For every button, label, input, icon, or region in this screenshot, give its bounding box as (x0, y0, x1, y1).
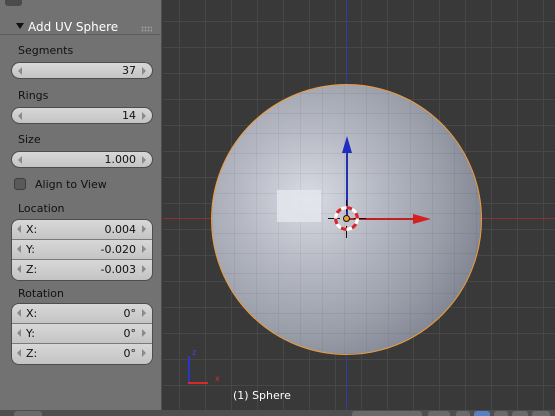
segments-label: Segments (18, 44, 74, 57)
size-label: Size (18, 133, 41, 146)
location-z-field[interactable]: Z: -0.003 (12, 260, 152, 280)
axis-label: Z: (26, 263, 38, 276)
rotation-y-field[interactable]: Y: 0° (12, 324, 152, 344)
rings-label: Rings (18, 89, 49, 102)
header-toggle-button[interactable] (512, 411, 528, 416)
location-group: X: 0.004 Y: -0.020 Z: -0.003 (11, 219, 153, 281)
location-x-value: 0.004 (104, 223, 137, 236)
decrement-arrow-icon[interactable] (17, 225, 21, 233)
location-x-field[interactable]: X: 0.004 (12, 220, 152, 240)
rotation-z-field[interactable]: Z: 0° (12, 344, 152, 364)
rotation-group: X: 0° Y: 0° Z: 0° (11, 303, 153, 365)
header-active-toggle[interactable] (474, 411, 490, 416)
axis-label: Z: (26, 347, 38, 360)
decrement-arrow-icon[interactable] (18, 67, 22, 75)
header-toggle-button[interactable] (494, 411, 508, 416)
origin-pivot-icon[interactable] (343, 215, 350, 222)
increment-arrow-icon[interactable] (142, 156, 146, 164)
header-menu-button[interactable] (352, 411, 422, 416)
increment-arrow-icon[interactable] (142, 112, 146, 120)
increment-arrow-icon[interactable] (142, 349, 146, 357)
object-name-label: (1) Sphere (233, 389, 291, 402)
increment-arrow-icon[interactable] (142, 225, 146, 233)
increment-arrow-icon[interactable] (142, 329, 146, 337)
increment-arrow-icon[interactable] (142, 309, 146, 317)
collapse-triangle-icon[interactable] (16, 23, 24, 29)
decrement-arrow-icon[interactable] (17, 349, 21, 357)
3d-viewport[interactable]: z x (1) Sphere (163, 0, 555, 416)
axis-label: Y: (26, 327, 35, 340)
grip-icon[interactable] (141, 26, 152, 32)
rotation-x-field[interactable]: X: 0° (12, 304, 152, 324)
location-label: Location (18, 202, 65, 215)
increment-arrow-icon[interactable] (142, 67, 146, 75)
rotation-y-value: 0° (123, 327, 137, 340)
align-to-view-checkbox[interactable] (14, 178, 26, 190)
size-value: 1.000 (104, 153, 137, 166)
panel-header[interactable]: Add UV Sphere (0, 8, 162, 35)
location-y-value: -0.020 (100, 243, 136, 256)
viewport-header-strip (0, 410, 555, 416)
header-toggle-button[interactable] (428, 411, 450, 416)
specular-highlight (277, 190, 321, 222)
panel-title: Add UV Sphere (28, 20, 119, 34)
axis-label: Y: (26, 243, 35, 256)
decrement-arrow-icon[interactable] (17, 309, 21, 317)
segments-value: 37 (122, 64, 136, 77)
location-y-field[interactable]: Y: -0.020 (12, 240, 152, 260)
location-z-value: -0.003 (100, 263, 136, 276)
align-to-view-label[interactable]: Align to View (35, 178, 107, 191)
decrement-arrow-icon[interactable] (17, 245, 21, 253)
header-toggle-button[interactable] (456, 411, 470, 416)
editor-type-button[interactable] (14, 411, 42, 416)
rings-value: 14 (122, 109, 136, 122)
increment-arrow-icon[interactable] (142, 245, 146, 253)
decrement-arrow-icon[interactable] (17, 329, 21, 337)
rotation-z-value: 0° (123, 347, 137, 360)
size-field[interactable]: 1.000 (11, 151, 153, 168)
increment-arrow-icon[interactable] (142, 265, 146, 273)
rotation-x-value: 0° (123, 307, 137, 320)
decrement-arrow-icon[interactable] (17, 265, 21, 273)
axis-label: X: (26, 307, 38, 320)
x-manipulator-arrow-icon[interactable] (413, 214, 431, 224)
rotation-label: Rotation (18, 287, 65, 300)
operator-panel: Add UV Sphere Segments 37 Rings 14 Size … (0, 0, 162, 416)
axis-orientation-z (188, 356, 190, 384)
axis-x-label: x (215, 374, 220, 383)
y-manipulator-arrow-icon[interactable] (342, 136, 352, 153)
segments-field[interactable]: 37 (11, 62, 153, 79)
header-toggle-button[interactable] (532, 411, 550, 416)
axis-z-label: z (192, 348, 197, 357)
axis-orientation-x (188, 382, 208, 384)
panel-top-tab[interactable] (5, 0, 22, 6)
rings-field[interactable]: 14 (11, 107, 153, 124)
decrement-arrow-icon[interactable] (18, 156, 22, 164)
decrement-arrow-icon[interactable] (18, 112, 22, 120)
axis-label: X: (26, 223, 38, 236)
